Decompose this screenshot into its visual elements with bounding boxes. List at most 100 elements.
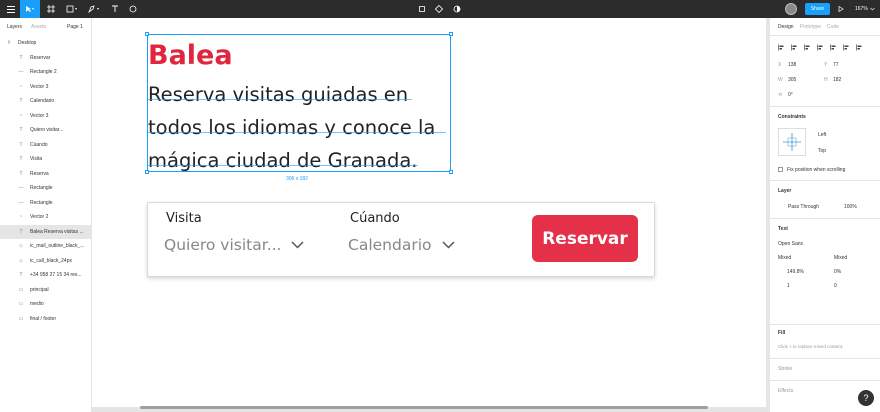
tab-code[interactable]: Code (827, 24, 839, 30)
tab-design[interactable]: Design (778, 24, 794, 30)
selection-box[interactable] (145, 32, 453, 174)
divider (770, 180, 880, 181)
layer-name: +34 958 27 15 34 res... (30, 272, 82, 278)
layer-opacity[interactable]: 100% (844, 204, 857, 210)
contrast-icon[interactable] (450, 0, 464, 18)
layer-row[interactable]: ▭ principal (0, 283, 91, 297)
layer-row[interactable]: ▭ medio (0, 297, 91, 311)
font-family-select[interactable]: Open Sans (778, 241, 803, 247)
layer-name: Visita (30, 156, 43, 162)
x-field[interactable]: 138 (788, 62, 796, 68)
paragraph-spacing-field[interactable]: 1 (787, 283, 790, 289)
zoom-control[interactable]: 167% (855, 0, 875, 18)
resize-handle[interactable] (145, 170, 149, 174)
font-size-select[interactable]: Mixed (834, 255, 847, 261)
divider (770, 106, 880, 107)
align-icon[interactable] (778, 44, 784, 51)
visita-dropdown[interactable]: Quiero visitar... (164, 236, 305, 254)
constraint-horizontal[interactable]: Left (818, 132, 826, 138)
constraints-title: Constraints (778, 114, 806, 120)
booking-card[interactable]: Visita Quiero visitar... Cúando Calendar… (147, 202, 655, 277)
layer-row[interactable]: T Calendario (0, 94, 91, 108)
toolbar: Share 167% (0, 0, 880, 18)
layer-name: final / footer (30, 315, 57, 322)
layer-name: Quiero visitar... (30, 127, 64, 133)
constraint-vertical[interactable]: Top (818, 148, 826, 154)
w-field[interactable]: 305 (788, 77, 796, 83)
align-icon[interactable] (843, 44, 849, 51)
layer-name: medio (30, 301, 44, 307)
comment-tool-icon[interactable] (126, 0, 140, 18)
component-icon[interactable] (432, 0, 446, 18)
layer-row[interactable]: T Cúando (0, 138, 91, 152)
rotation-field[interactable]: 0° (788, 92, 793, 98)
align-icon[interactable] (830, 44, 836, 51)
layer-name: ic_call_black_24px (30, 257, 72, 264)
calendario-dropdown[interactable]: Calendario (348, 236, 455, 254)
zoom-level: 167% (855, 6, 868, 12)
layer-row[interactable]: T +34 958 27 15 34 res... (0, 268, 91, 282)
reservar-button[interactable]: Reservar (532, 215, 638, 262)
chevron-down-icon (441, 241, 455, 249)
layer-row[interactable]: T Quiero visitar... (0, 123, 91, 137)
constraint-widget[interactable] (778, 128, 806, 156)
effects-title: Effects (778, 388, 794, 394)
layer-row[interactable]: # Desktop (0, 36, 91, 50)
y-field[interactable]: 77 (833, 62, 839, 68)
layer-row[interactable]: ~ Vector 3 (0, 80, 91, 94)
layer-row[interactable]: ▭ final / footer (0, 312, 91, 326)
layer-name: ic_mail_outline_black_... (30, 243, 85, 249)
layer-row[interactable]: — Rectangle 2 (0, 65, 91, 79)
canvas[interactable]: Balea Reserva visitas guiadas en todos l… (92, 18, 766, 412)
layer-row[interactable]: T Reservar (0, 51, 91, 65)
user-avatar[interactable] (785, 3, 797, 15)
layer-row[interactable]: T Visita (0, 152, 91, 166)
align-icon[interactable] (817, 44, 823, 51)
play-icon[interactable] (835, 0, 847, 18)
desktop-frame[interactable]: Balea Reserva visitas guiadas en todos l… (92, 18, 766, 407)
frame-tool-icon[interactable] (44, 0, 60, 18)
page-selector[interactable]: Page 1 (67, 24, 83, 30)
layer-row[interactable]: ◇ ic_call_black_24px (0, 254, 91, 268)
fix-position-checkbox[interactable] (778, 167, 783, 172)
line-height-field[interactable]: 149.8% (787, 269, 804, 275)
align-icon[interactable] (804, 44, 810, 51)
layer-name: Reservar (30, 54, 51, 61)
text-icon: T (19, 272, 23, 278)
letter-spacing-field[interactable]: 0% (834, 269, 841, 275)
align-icon[interactable] (856, 44, 862, 51)
divider (770, 218, 880, 219)
horizontal-scrollbar[interactable] (140, 406, 708, 409)
calendario-value: Calendario (348, 236, 432, 254)
tab-prototype[interactable]: Prototype (800, 24, 821, 30)
blend-mode[interactable]: Pass Through (788, 204, 819, 210)
resize-handle[interactable] (449, 32, 453, 36)
layer-row[interactable]: — Rectangle (0, 181, 91, 195)
font-weight-select[interactable]: Mixed (778, 255, 791, 261)
resize-handle[interactable] (145, 32, 149, 36)
paragraph-indent-field[interactable]: 0 (834, 283, 837, 289)
shape-tool-icon[interactable] (64, 0, 80, 18)
align-icon[interactable] (791, 44, 797, 51)
help-button[interactable]: ? (858, 390, 874, 406)
layer-row[interactable]: ~ Vector 2 (0, 210, 91, 224)
tab-layers[interactable]: Layers (7, 24, 22, 30)
rect-icon: — (18, 69, 24, 75)
h-field[interactable]: 182 (833, 77, 841, 83)
layer-row[interactable]: ◇ ic_mail_outline_black_... (0, 239, 91, 253)
layer-row[interactable]: T Balea Reserva visitas ... (0, 224, 91, 239)
component-icon: ◇ (19, 257, 23, 264)
share-button[interactable]: Share (805, 3, 830, 15)
layer-row[interactable]: ~ Vector 3 (0, 109, 91, 123)
menu-icon[interactable] (5, 0, 17, 18)
layer-row[interactable]: — Rectangle (0, 196, 91, 210)
layer-row[interactable]: T Reserva (0, 167, 91, 181)
pen-tool-icon[interactable] (86, 0, 102, 18)
text-tool-icon[interactable] (108, 0, 122, 18)
cuando-label: Cúando (350, 211, 400, 226)
move-tool-icon[interactable] (20, 0, 40, 18)
y-label: Y (824, 62, 828, 68)
resize-handle[interactable] (449, 170, 453, 174)
crop-icon[interactable] (415, 0, 429, 18)
tab-assets[interactable]: Assets (31, 24, 46, 30)
